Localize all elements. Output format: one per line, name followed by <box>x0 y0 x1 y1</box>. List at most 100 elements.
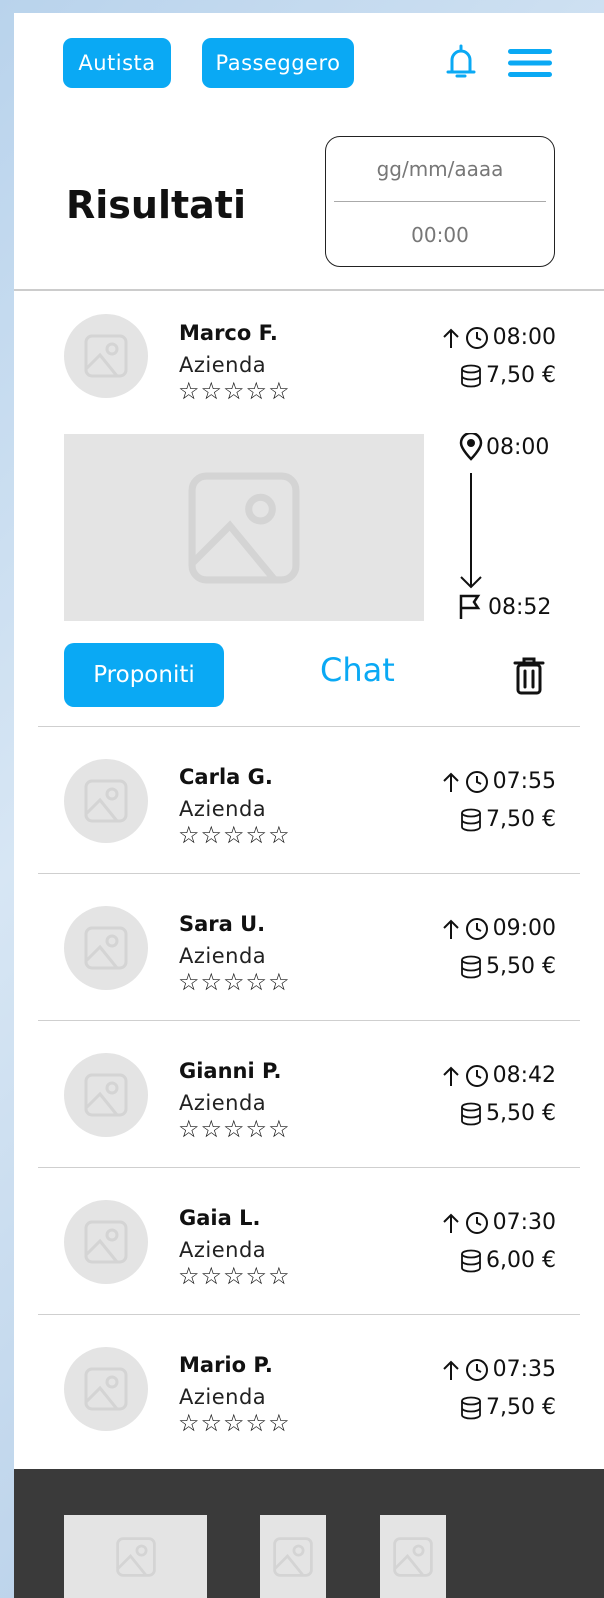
result-card[interactable]: Sara U. Azienda ☆☆☆☆☆ 09:00 5,50 € <box>14 874 604 1021</box>
avatar <box>64 314 148 398</box>
chat-button[interactable]: Chat <box>320 651 395 689</box>
result-card-expanded[interactable]: Marco F. Azienda ☆☆☆☆☆ 08:00 7,50 € 08:0… <box>14 291 604 727</box>
coins-icon <box>461 955 481 978</box>
image-placeholder-icon <box>84 779 128 823</box>
date-field[interactable]: gg/mm/aaaa <box>326 157 554 181</box>
flag-icon <box>459 594 481 619</box>
coins-icon <box>461 1249 481 1272</box>
price-value: 7,50 € <box>486 363 556 388</box>
image-placeholder-icon <box>115 1536 156 1577</box>
price-value: 7,50 € <box>486 1395 556 1420</box>
result-card[interactable]: Gaia L. Azienda ☆☆☆☆☆ 07:30 6,00 € <box>14 1168 604 1315</box>
departure-time: 08:42 <box>441 1063 556 1088</box>
tab-passeggero[interactable]: Passeggero <box>202 38 354 88</box>
price-value: 5,50 € <box>486 1101 556 1126</box>
arrow-up-icon <box>442 328 459 348</box>
rating-stars: ☆☆☆☆☆ <box>178 821 291 849</box>
driver-company: Azienda <box>179 797 267 821</box>
departure-time: 07:55 <box>441 769 556 794</box>
driver-name: Carla G. <box>179 765 273 789</box>
price: 5,50 € <box>460 954 556 979</box>
clock-icon <box>465 1064 488 1087</box>
clock-icon <box>465 770 488 793</box>
arrow-up-icon <box>442 1213 459 1233</box>
clock-icon <box>465 1211 488 1234</box>
coins-icon <box>461 364 481 387</box>
trash-icon[interactable] <box>513 657 545 695</box>
image-placeholder-icon <box>393 1536 433 1577</box>
image-placeholder-icon <box>84 1073 128 1117</box>
driver-company: Azienda <box>179 1385 267 1409</box>
driver-company: Azienda <box>179 1238 267 1262</box>
datetime-divider <box>334 201 546 202</box>
price: 7,50 € <box>460 1395 556 1420</box>
departure-time: 08:00 <box>441 325 556 350</box>
departure-time-value: 09:00 <box>492 916 556 941</box>
page-title: Risultati <box>66 183 246 227</box>
rating-stars: ☆☆☆☆☆ <box>178 377 291 405</box>
image-placeholder-icon <box>84 1220 128 1264</box>
arrow-up-icon <box>442 919 459 939</box>
avatar <box>64 1053 148 1137</box>
arrow-up-icon <box>442 1066 459 1086</box>
avatar <box>64 906 148 990</box>
avatar <box>64 1347 148 1431</box>
app-screen: Autista Passeggero Risultati gg/mm/aaaa … <box>14 13 604 1598</box>
location-pin-icon <box>459 433 483 461</box>
clock-icon <box>465 326 488 349</box>
route-map-image <box>64 434 424 621</box>
footer-image-3[interactable] <box>380 1515 446 1598</box>
hamburger-menu-icon[interactable] <box>508 47 552 79</box>
datetime-filter[interactable]: gg/mm/aaaa 00:00 <box>325 136 555 267</box>
coins-icon <box>461 1102 481 1125</box>
rating-stars: ☆☆☆☆☆ <box>178 1115 291 1143</box>
image-placeholder-icon <box>273 1536 313 1577</box>
rating-stars: ☆☆☆☆☆ <box>178 1262 291 1290</box>
rating-stars: ☆☆☆☆☆ <box>178 968 291 996</box>
bell-icon[interactable] <box>446 43 476 81</box>
price-value: 7,50 € <box>486 807 556 832</box>
departure-time-value: 07:30 <box>492 1210 556 1235</box>
route-start-time: 08:00 <box>486 434 550 460</box>
driver-name: Gaia L. <box>179 1206 261 1230</box>
driver-company: Azienda <box>179 353 267 377</box>
price: 7,50 € <box>460 363 556 388</box>
coins-icon <box>461 808 481 831</box>
image-placeholder-icon <box>84 1367 128 1411</box>
image-placeholder-icon <box>84 926 128 970</box>
tab-autista[interactable]: Autista <box>63 38 171 88</box>
driver-name: Gianni P. <box>179 1059 282 1083</box>
price: 7,50 € <box>460 807 556 832</box>
bottom-bar <box>14 1469 604 1598</box>
departure-time-value: 07:35 <box>492 1357 556 1382</box>
propose-button[interactable]: Proponiti <box>64 643 224 707</box>
departure-time: 09:00 <box>441 916 556 941</box>
avatar <box>64 759 148 843</box>
clock-icon <box>465 1358 488 1381</box>
footer-image-2[interactable] <box>260 1515 326 1598</box>
driver-name: Sara U. <box>179 912 266 936</box>
coins-icon <box>461 1396 481 1419</box>
avatar <box>64 1200 148 1284</box>
image-placeholder-icon <box>84 334 128 378</box>
price: 5,50 € <box>460 1101 556 1126</box>
rating-stars: ☆☆☆☆☆ <box>178 1409 291 1437</box>
arrow-up-icon <box>442 1360 459 1380</box>
result-card[interactable]: Gianni P. Azienda ☆☆☆☆☆ 08:42 5,50 € <box>14 1021 604 1168</box>
price-value: 6,00 € <box>486 1248 556 1273</box>
route-timeline: 08:00 08:52 <box>458 433 568 633</box>
result-card[interactable]: Mario P. Azienda ☆☆☆☆☆ 07:35 7,50 € <box>14 1315 604 1462</box>
departure-time: 07:35 <box>441 1357 556 1382</box>
price-value: 5,50 € <box>486 954 556 979</box>
image-placeholder-icon <box>188 472 300 583</box>
footer-image-1[interactable] <box>64 1515 207 1598</box>
price: 6,00 € <box>460 1248 556 1273</box>
result-card[interactable]: Carla G. Azienda ☆☆☆☆☆ 07:55 7,50 € <box>14 727 604 874</box>
driver-name: Marco F. <box>179 321 278 345</box>
header: Autista Passeggero Risultati gg/mm/aaaa … <box>14 13 604 296</box>
collapsed-results: Carla G. Azienda ☆☆☆☆☆ 07:55 7,50 € Sara U. Az… <box>14 727 604 1462</box>
time-field[interactable]: 00:00 <box>326 223 554 247</box>
driver-company: Azienda <box>179 1091 267 1115</box>
clock-icon <box>465 917 488 940</box>
route-arrow-down-icon <box>460 473 482 589</box>
